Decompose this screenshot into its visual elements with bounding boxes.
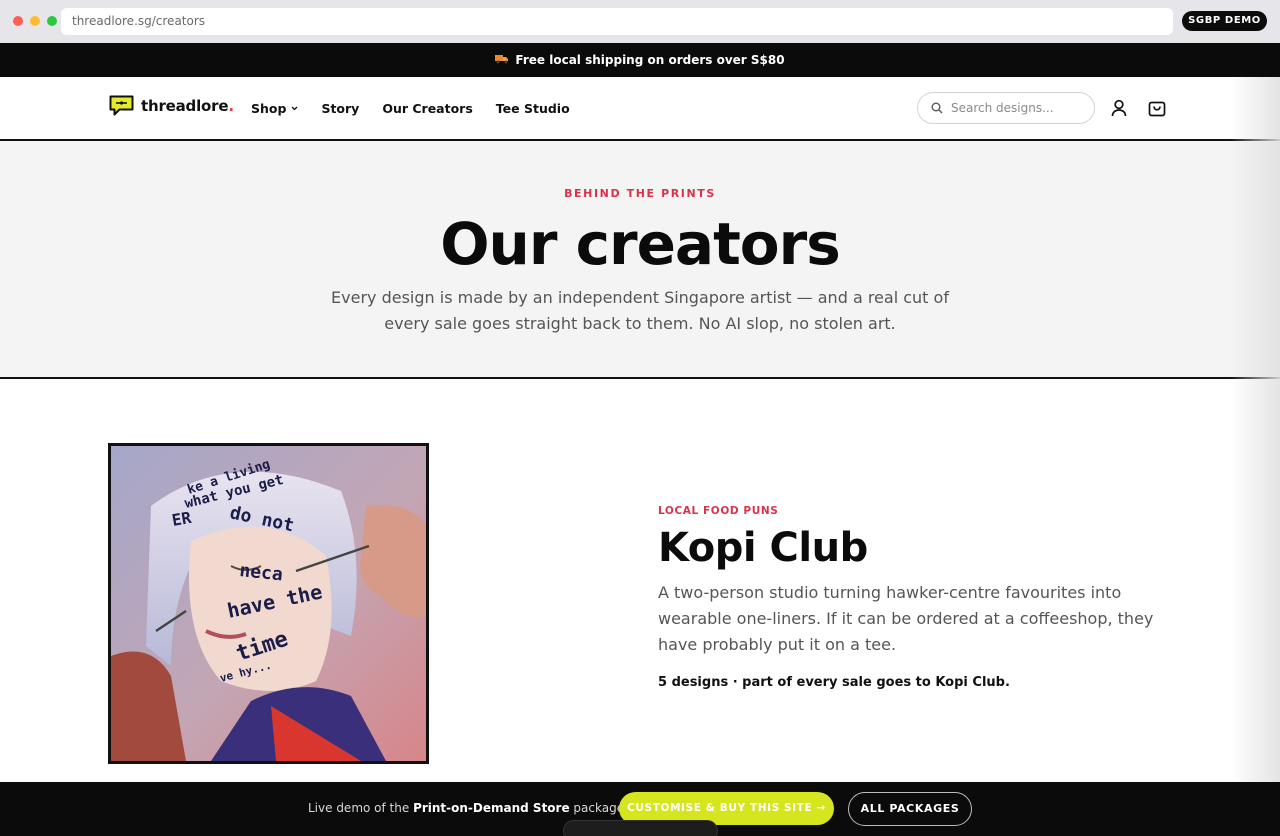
hero-subtitle: Every design is made by an independent S… — [331, 288, 949, 333]
truck-icon — [495, 53, 509, 67]
hero-section: BEHIND THE PRINTS Our creators Every des… — [0, 141, 1280, 379]
photo-text-3: ER — [170, 508, 193, 530]
hero-eyebrow: BEHIND THE PRINTS — [564, 187, 716, 200]
demo-package-name: Print-on-Demand Store — [413, 801, 570, 815]
address-bar[interactable]: threadlore.sg/creators — [61, 8, 1173, 35]
nav-shop-label: Shop — [251, 101, 287, 116]
chevron-down-icon — [291, 104, 298, 113]
creator-description: A two-person studio turning hawker-centr… — [658, 583, 1154, 654]
window-controls — [13, 16, 57, 26]
creator-photo: ke a living what you get ER do not neca … — [108, 443, 429, 764]
site-header: threadlore. Shop Story Our Creators Tee … — [0, 77, 1280, 141]
demo-bottom-bar: Live demo of the Print-on-Demand Store p… — [0, 782, 1280, 836]
search-icon — [931, 99, 943, 118]
browser-chrome: threadlore.sg/creators SGBP DEMO — [0, 0, 1280, 43]
all-packages-button[interactable]: ALL PACKAGES — [848, 792, 972, 826]
nav-our-creators[interactable]: Our Creators — [382, 101, 472, 116]
search-input[interactable] — [951, 101, 1081, 115]
logo-text: threadlore — [141, 97, 229, 115]
demo-notice-prefix: Live demo of the — [308, 801, 414, 815]
logo-dot: . — [228, 97, 234, 115]
creator-category: LOCAL FOOD PUNS — [658, 505, 779, 517]
nav-shop[interactable]: Shop — [251, 101, 298, 116]
close-window-button[interactable] — [13, 16, 23, 26]
nav-story[interactable]: Story — [321, 101, 359, 116]
minimize-window-button[interactable] — [30, 16, 40, 26]
nav-tee-studio[interactable]: Tee Studio — [496, 101, 570, 116]
main-nav: Shop Story Our Creators Tee Studio — [251, 101, 570, 116]
demo-badge: SGBP DEMO — [1182, 11, 1267, 31]
search-box[interactable] — [917, 92, 1095, 124]
maximize-window-button[interactable] — [47, 16, 57, 26]
promo-bar: Free local shipping on orders over S$80 — [0, 43, 1280, 77]
cart-icon[interactable] — [1147, 98, 1167, 118]
toolbar-dock[interactable] — [563, 820, 718, 836]
promo-text: Free local shipping on orders over S$80 — [515, 53, 785, 67]
scroll-edge-shadow — [1230, 77, 1280, 782]
logo[interactable]: threadlore. — [109, 95, 234, 117]
creator-stats: 5 designs · part of every sale goes to K… — [658, 675, 1010, 690]
account-icon[interactable] — [1109, 98, 1129, 118]
page-title: Our creators — [440, 210, 841, 278]
demo-notice: Live demo of the Print-on-Demand Store p… — [308, 801, 628, 815]
logo-icon — [109, 95, 134, 116]
creator-portrait-image: ke a living what you get ER do not neca … — [111, 446, 426, 761]
creator-name: Kopi Club — [658, 525, 868, 571]
